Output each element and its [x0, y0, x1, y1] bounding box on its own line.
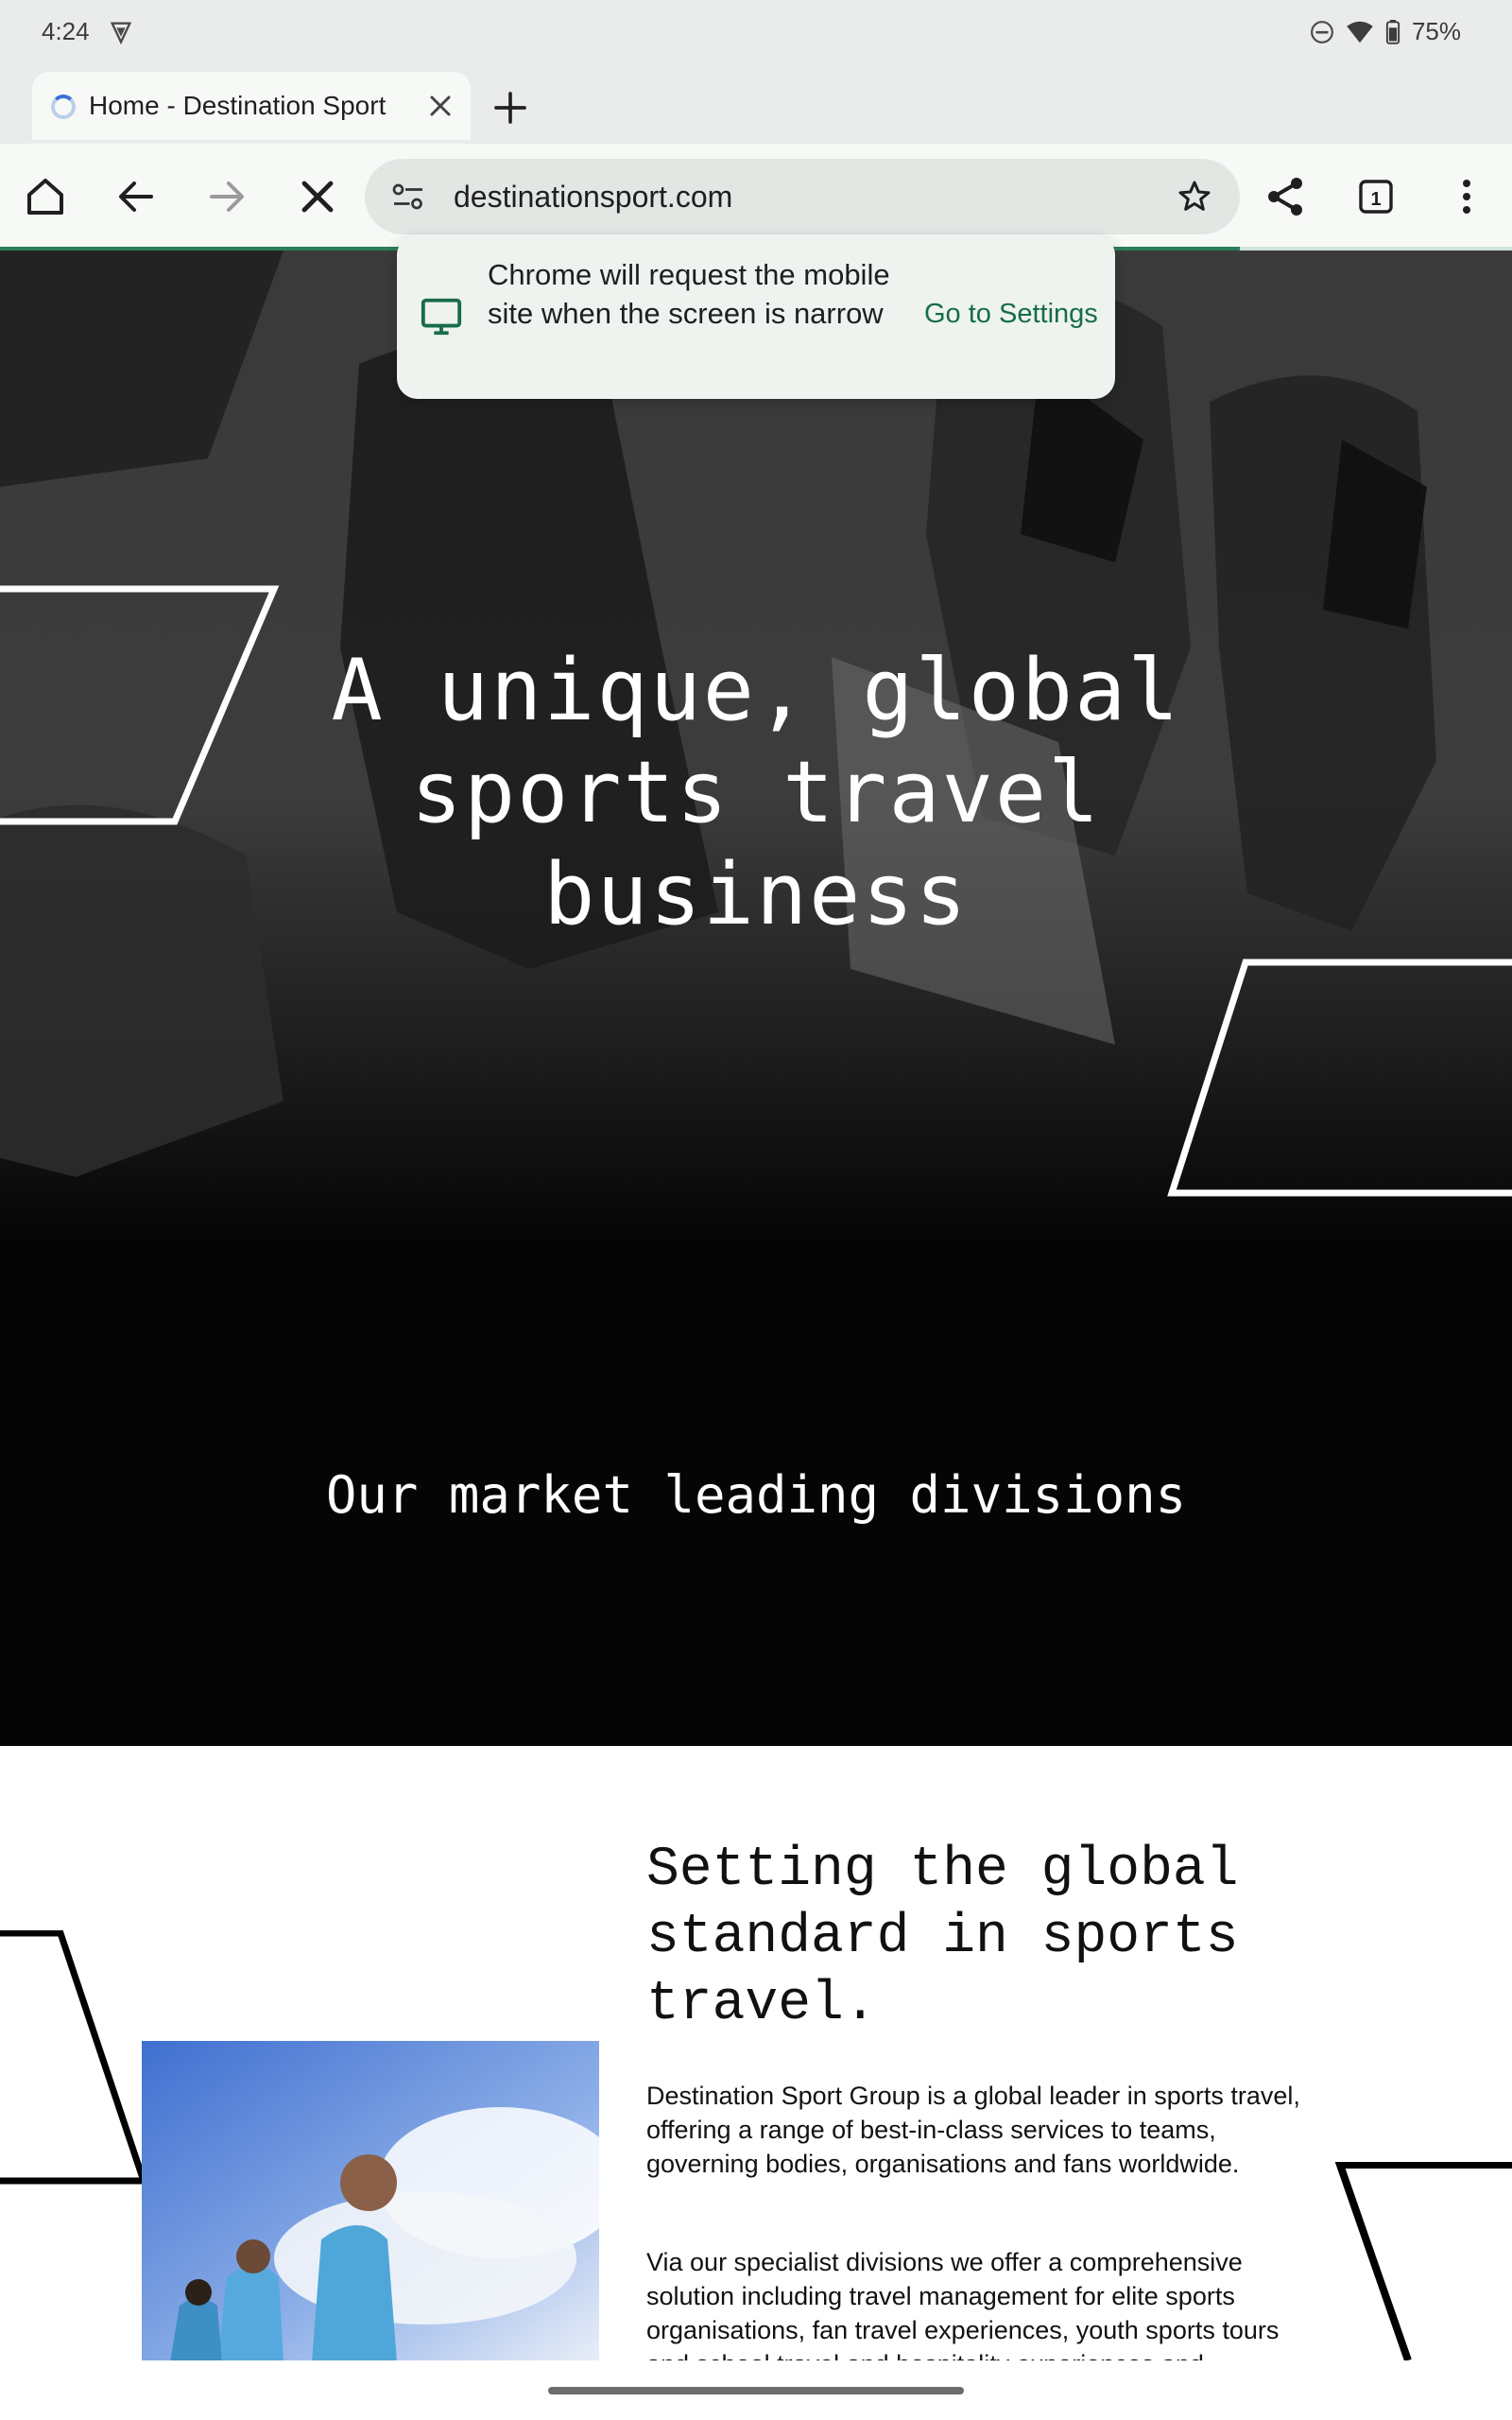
about-photo	[142, 2041, 599, 2360]
decorative-parallelogram-right	[1334, 2162, 1512, 2360]
battery-percent: 75%	[1411, 17, 1461, 45]
divisions-heading: Our market leading divisions	[325, 1465, 1187, 1525]
loading-spinner-icon	[51, 95, 76, 119]
battery-icon	[1385, 19, 1400, 44]
tab-strip: Home - Destination Sport	[0, 68, 1512, 144]
gesture-handle[interactable]	[548, 2387, 964, 2394]
status-time: 4:24	[42, 17, 90, 45]
vpn-shield-icon	[110, 22, 132, 45]
site-settings-tune-icon[interactable]	[391, 182, 425, 212]
hero-section: A unique, global sports travel business …	[0, 251, 1512, 1746]
tab-active[interactable]: Home - Destination Sport	[32, 72, 471, 140]
tab-title: Home - Destination Sport	[89, 91, 387, 120]
about-heading: Setting the global standard in sports tr…	[646, 1840, 1239, 2035]
forward-icon[interactable]	[204, 174, 249, 219]
popup-message: Chrome will request the mobile site when…	[488, 258, 890, 330]
about-section: Setting the global standard in sports tr…	[0, 1746, 1512, 2360]
share-icon[interactable]	[1263, 174, 1308, 219]
about-paragraph-2: Via our specialist divisions we offer a …	[646, 2248, 1280, 2360]
new-tab-plus-icon[interactable]	[491, 89, 529, 127]
status-bar: 4:24 75%	[0, 0, 1512, 68]
mobile-site-notice-popup: Chrome will request the mobile site when…	[397, 234, 1115, 399]
status-icons: 75%	[1310, 17, 1461, 46]
url-text[interactable]: destinationsport.com	[454, 180, 732, 215]
wifi-icon	[1347, 21, 1373, 43]
back-icon[interactable]	[113, 174, 159, 219]
go-to-settings-button[interactable]: Go to Settings	[924, 299, 1098, 330]
about-paragraph-1: Destination Sport Group is a global lead…	[646, 2082, 1300, 2178]
do-not-disturb-icon	[1311, 20, 1333, 43]
menu-more-icon[interactable]	[1444, 174, 1489, 219]
gesture-navigation-area	[0, 2360, 1512, 2420]
desktop-icon	[421, 298, 462, 336]
home-icon[interactable]	[23, 174, 68, 219]
tab-switcher-button[interactable]: 1	[1353, 174, 1399, 219]
bookmark-star-icon[interactable]	[1176, 178, 1213, 216]
address-bar[interactable]: destinationsport.com	[365, 159, 1240, 234]
close-tab-icon[interactable]	[423, 89, 457, 123]
tab-switcher-icon: 1	[1359, 180, 1393, 214]
tab-count: 1	[1370, 189, 1381, 210]
stop-loading-icon[interactable]	[295, 174, 340, 219]
hero-title: A unique, global sports travel business	[331, 641, 1181, 944]
decorative-parallelogram-left	[0, 1930, 148, 2185]
